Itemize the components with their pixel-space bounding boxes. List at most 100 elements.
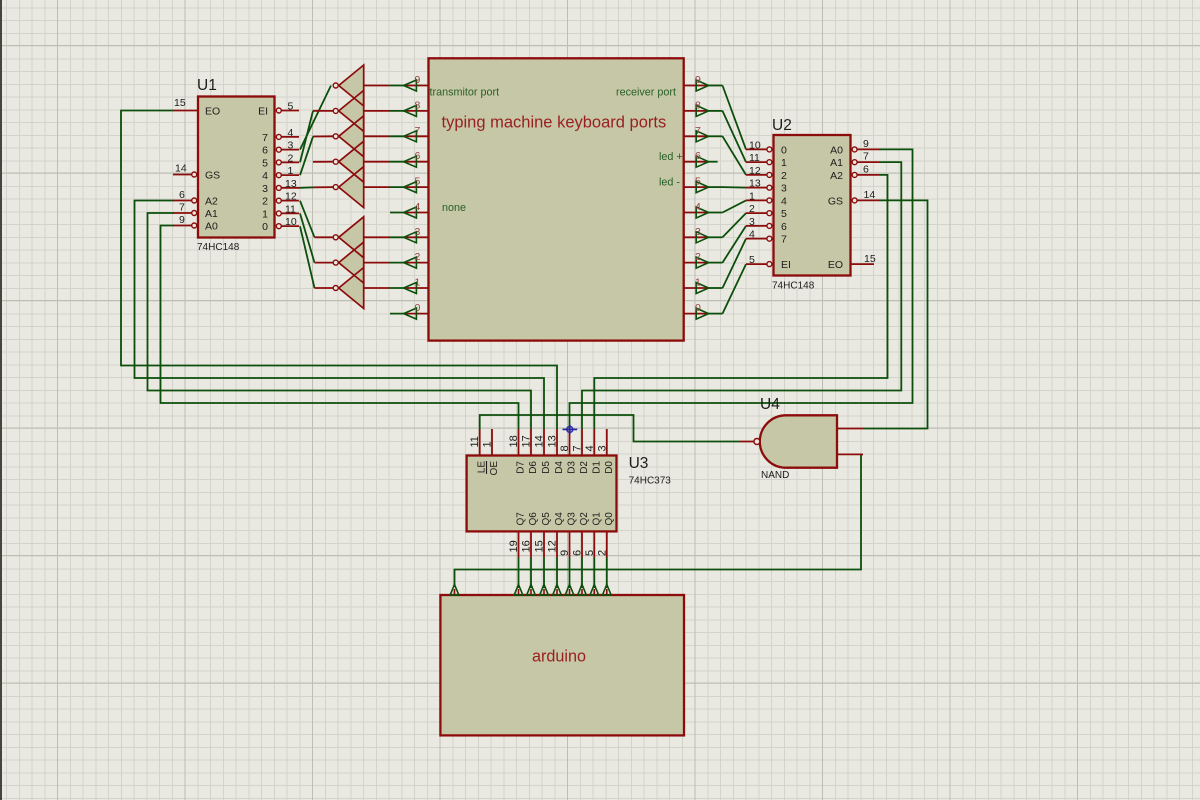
svg-text:U2: U2	[772, 117, 792, 134]
svg-text:19: 19	[508, 540, 520, 552]
svg-text:11: 11	[749, 152, 760, 164]
svg-text:led -: led -	[659, 176, 680, 188]
svg-text:7: 7	[415, 125, 421, 137]
svg-text:7: 7	[781, 234, 787, 246]
svg-text:13: 13	[749, 178, 761, 190]
svg-text:3: 3	[262, 183, 268, 195]
svg-text:8: 8	[695, 99, 701, 111]
svg-text:8: 8	[559, 445, 571, 451]
svg-text:1: 1	[749, 190, 755, 202]
svg-text:3: 3	[695, 226, 701, 238]
svg-text:74HC148: 74HC148	[197, 242, 240, 253]
svg-text:3: 3	[596, 445, 608, 451]
svg-text:18: 18	[508, 435, 520, 447]
svg-text:11: 11	[285, 203, 296, 215]
svg-text:1: 1	[288, 165, 294, 177]
svg-text:NAND: NAND	[761, 470, 789, 481]
svg-text:4: 4	[695, 201, 701, 213]
svg-text:2: 2	[415, 251, 421, 263]
svg-text:A1: A1	[830, 157, 843, 169]
svg-text:D1: D1	[591, 461, 602, 474]
svg-text:4: 4	[781, 195, 787, 207]
svg-text:9: 9	[695, 74, 701, 86]
svg-text:GS: GS	[828, 195, 843, 207]
svg-text:12: 12	[749, 165, 761, 177]
svg-text:arduino: arduino	[532, 648, 586, 666]
svg-text:6: 6	[179, 189, 185, 201]
svg-text:A0: A0	[205, 221, 218, 233]
svg-text:2: 2	[781, 170, 787, 182]
svg-text:Q2: Q2	[579, 512, 590, 526]
svg-text:14: 14	[864, 189, 876, 201]
svg-text:12: 12	[547, 540, 559, 552]
svg-text:D0: D0	[604, 461, 615, 474]
svg-text:2: 2	[262, 196, 268, 208]
svg-text:6: 6	[781, 221, 787, 233]
svg-text:15: 15	[534, 540, 546, 552]
svg-text:10: 10	[749, 139, 761, 151]
svg-text:15: 15	[864, 253, 876, 265]
svg-text:74HC148: 74HC148	[772, 281, 815, 292]
svg-text:10: 10	[285, 216, 297, 228]
svg-text:5: 5	[415, 176, 421, 188]
svg-text:U3: U3	[629, 455, 649, 472]
svg-text:EI: EI	[781, 259, 791, 271]
svg-text:9: 9	[415, 74, 421, 86]
svg-text:2: 2	[288, 152, 294, 164]
svg-text:14: 14	[534, 435, 546, 447]
svg-text:none: none	[442, 202, 466, 214]
svg-text:D7: D7	[516, 461, 527, 474]
svg-text:U4: U4	[760, 396, 780, 413]
svg-text:4: 4	[749, 229, 755, 241]
svg-text:9: 9	[179, 214, 185, 226]
svg-text:EI: EI	[258, 106, 268, 118]
svg-text:Q0: Q0	[604, 512, 615, 526]
svg-text:74HC373: 74HC373	[629, 476, 672, 487]
svg-text:EO: EO	[205, 106, 220, 118]
svg-text:3: 3	[749, 216, 755, 228]
svg-text:5: 5	[695, 176, 701, 188]
svg-text:5: 5	[584, 550, 596, 556]
svg-text:4: 4	[584, 445, 596, 451]
svg-text:7: 7	[695, 125, 701, 137]
svg-text:D4: D4	[554, 461, 565, 474]
svg-text:7: 7	[179, 202, 185, 214]
svg-text:typing machine keyboard ports: typing machine keyboard ports	[442, 114, 667, 132]
svg-text:3: 3	[781, 183, 787, 195]
svg-text:A0: A0	[830, 144, 843, 156]
svg-text:led +: led +	[659, 151, 683, 163]
svg-text:OE: OE	[489, 461, 500, 476]
svg-text:receiver port: receiver port	[616, 86, 676, 98]
svg-text:EO: EO	[828, 259, 843, 271]
svg-text:1: 1	[262, 208, 268, 220]
svg-text:D6: D6	[528, 461, 539, 474]
svg-text:Q4: Q4	[554, 512, 565, 526]
svg-text:8: 8	[415, 99, 421, 111]
svg-text:7: 7	[572, 445, 584, 451]
svg-text:1: 1	[415, 277, 421, 289]
svg-text:6: 6	[415, 150, 421, 162]
svg-text:0: 0	[415, 302, 421, 314]
svg-text:Q1: Q1	[591, 512, 602, 526]
svg-text:6: 6	[863, 163, 869, 175]
svg-text:Q6: Q6	[528, 512, 539, 526]
svg-text:9: 9	[863, 138, 869, 150]
svg-text:0: 0	[262, 221, 268, 233]
svg-text:4: 4	[415, 201, 421, 213]
svg-text:2: 2	[596, 550, 608, 556]
svg-text:A1: A1	[205, 208, 218, 220]
svg-text:1: 1	[695, 277, 701, 289]
svg-text:12: 12	[285, 191, 297, 203]
svg-text:14: 14	[175, 163, 187, 175]
svg-text:U1: U1	[197, 77, 217, 94]
svg-text:GS: GS	[205, 170, 220, 182]
svg-text:1: 1	[482, 441, 494, 447]
svg-text:5: 5	[749, 254, 755, 266]
svg-text:0: 0	[781, 144, 787, 156]
svg-text:9: 9	[559, 550, 571, 556]
svg-text:3: 3	[288, 140, 294, 152]
svg-text:0: 0	[695, 302, 701, 314]
svg-text:A2: A2	[205, 196, 218, 208]
svg-text:6: 6	[572, 550, 584, 556]
svg-text:5: 5	[288, 101, 294, 113]
